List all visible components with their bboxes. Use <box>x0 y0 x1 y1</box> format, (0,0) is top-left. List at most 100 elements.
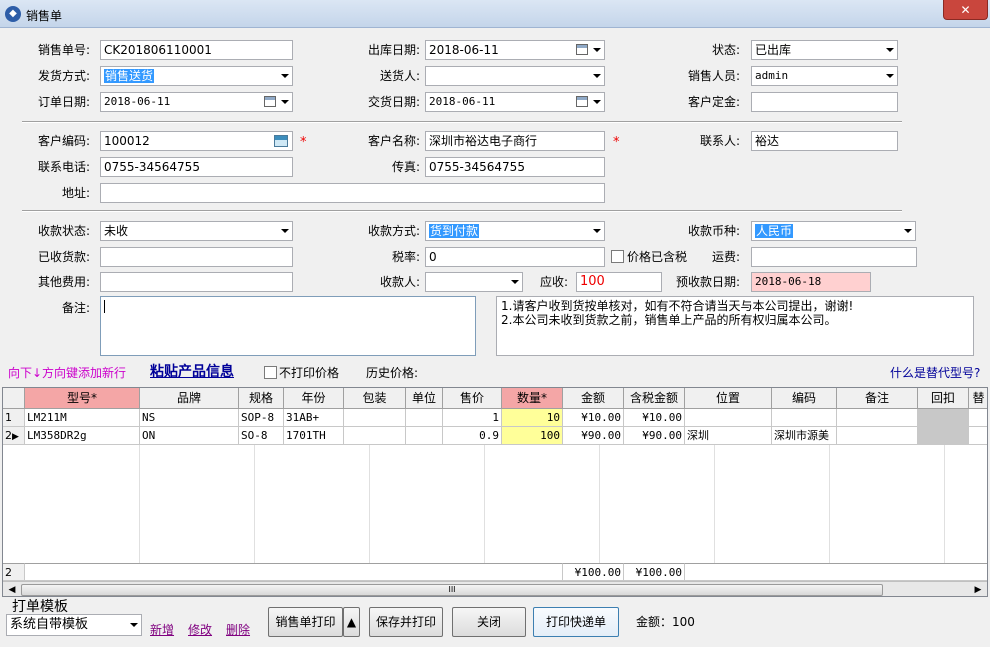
phone-field[interactable]: 0755-34564755 <box>100 157 293 177</box>
cell-model[interactable]: LM358DR2g <box>25 427 140 445</box>
chevron-down-icon[interactable] <box>886 74 894 78</box>
chevron-down-icon[interactable] <box>593 74 601 78</box>
pay-status-select[interactable]: 未收 <box>100 221 293 241</box>
order-date-picker[interactable]: 2018-06-11 <box>100 92 293 112</box>
cell-rebate[interactable] <box>918 409 969 427</box>
calendar-icon[interactable] <box>576 96 588 107</box>
chevron-down-icon[interactable] <box>904 229 912 233</box>
cell-spec[interactable]: SOP-8 <box>239 409 284 427</box>
column-header-amount[interactable]: 金额 <box>563 388 624 409</box>
chevron-down-icon[interactable] <box>281 229 289 233</box>
tax-included-checkbox[interactable] <box>611 250 624 263</box>
chevron-down-icon[interactable] <box>281 74 289 78</box>
contact-field[interactable]: 裕达 <box>751 131 898 151</box>
cell-location[interactable]: 深圳 <box>685 427 772 445</box>
address-field[interactable] <box>100 183 605 203</box>
cell-package[interactable] <box>344 427 406 445</box>
cell-price[interactable]: 1 <box>443 409 502 427</box>
cell-code[interactable] <box>772 409 837 427</box>
column-header-model[interactable]: 型号* <box>25 388 140 409</box>
cell-remark[interactable] <box>837 427 918 445</box>
row-number[interactable]: 2▶ <box>3 427 25 445</box>
column-header-qty[interactable]: 数量* <box>502 388 563 409</box>
close-window-button[interactable]: ✕ <box>943 0 988 20</box>
cell-brand[interactable]: NS <box>140 409 239 427</box>
ship-method-select[interactable]: 销售送货 <box>100 66 293 86</box>
column-header-package[interactable]: 包装 <box>344 388 406 409</box>
column-header-unit[interactable]: 单位 <box>406 388 443 409</box>
print-express-button[interactable]: 打印快递单 <box>533 607 619 637</box>
empty-grid-area[interactable] <box>25 445 987 563</box>
delivery-date-picker[interactable]: 2018-06-11 <box>425 92 605 112</box>
print-sales-order-button[interactable]: 销售单打印 <box>268 607 343 637</box>
column-header-brand[interactable]: 品牌 <box>140 388 239 409</box>
lookup-icon[interactable] <box>274 135 288 147</box>
currency-select[interactable]: 人民币 <box>751 221 916 241</box>
column-header-spec[interactable]: 规格 <box>239 388 284 409</box>
edit-template-link[interactable]: 修改 <box>188 621 212 638</box>
chevron-down-icon[interactable] <box>130 623 138 627</box>
out-date-picker[interactable]: 2018-06-11 <box>425 40 605 60</box>
remark-textarea[interactable] <box>100 296 476 356</box>
product-grid[interactable]: 型号* 品牌 规格 年份 包装 单位 售价 数量* 金额 含税金额 位置 编码 … <box>2 387 988 597</box>
payee-select[interactable] <box>425 272 523 292</box>
calendar-icon[interactable] <box>264 96 276 107</box>
other-fee-field[interactable] <box>100 272 293 292</box>
cell-brand[interactable]: ON <box>140 427 239 445</box>
cell-remark[interactable] <box>837 409 918 427</box>
chevron-down-icon[interactable] <box>886 48 894 52</box>
horizontal-scrollbar[interactable]: ◀ III ▶ <box>3 581 987 596</box>
no-print-price-checkbox[interactable] <box>264 366 277 379</box>
cell-location[interactable] <box>685 409 772 427</box>
alt-model-link[interactable]: 什么是替代型号? <box>890 363 980 383</box>
chevron-down-icon[interactable] <box>593 100 601 104</box>
cell-amount[interactable]: ¥90.00 <box>563 427 624 445</box>
column-header-code[interactable]: 编码 <box>772 388 837 409</box>
cell-amount[interactable]: ¥10.00 <box>563 409 624 427</box>
terms-note[interactable]: 1.请客户收到货按单核对，如有不符合请当天与本公司提出，谢谢! 2.本公司未收到… <box>496 296 974 356</box>
scroll-thumb[interactable]: III <box>21 584 883 596</box>
column-header-year[interactable]: 年份 <box>284 388 344 409</box>
cell-unit[interactable] <box>406 427 443 445</box>
print-options-arrow-icon[interactable]: ▲ <box>343 607 360 637</box>
tax-rate-field[interactable]: 0 <box>425 247 605 267</box>
chevron-down-icon[interactable] <box>511 280 519 284</box>
cell-spec[interactable]: SO-8 <box>239 427 284 445</box>
received-field[interactable] <box>100 247 293 267</box>
cell-qty[interactable]: 10 <box>502 409 563 427</box>
cell-alt[interactable] <box>969 427 987 445</box>
cell-rebate[interactable] <box>918 427 969 445</box>
chevron-down-icon[interactable] <box>593 48 601 52</box>
status-select[interactable]: 已出库 <box>751 40 898 60</box>
deliverer-select[interactable] <box>425 66 605 86</box>
cell-model[interactable]: LM211M <box>25 409 140 427</box>
fax-field[interactable]: 0755-34564755 <box>425 157 605 177</box>
cell-year[interactable]: 31AB+ <box>284 409 344 427</box>
cell-price[interactable]: 0.9 <box>443 427 502 445</box>
new-template-link[interactable]: 新增 <box>150 621 174 638</box>
cell-qty[interactable]: 100 <box>502 427 563 445</box>
deposit-field[interactable] <box>751 92 898 112</box>
scroll-left-icon[interactable]: ◀ <box>5 584 19 596</box>
customer-name-field[interactable]: 深圳市裕达电子商行 <box>425 131 605 151</box>
customer-code-field[interactable]: 100012 <box>100 131 293 151</box>
pay-method-select[interactable]: 货到付款 <box>425 221 605 241</box>
salesman-select[interactable]: admin <box>751 66 898 86</box>
order-no-field[interactable]: CK201806110001 <box>100 40 293 60</box>
column-header-tax-amount[interactable]: 含税金额 <box>624 388 685 409</box>
cell-code[interactable]: 深圳市源美 <box>772 427 837 445</box>
cell-alt[interactable] <box>969 409 987 427</box>
column-header-remark[interactable]: 备注 <box>837 388 918 409</box>
delete-template-link[interactable]: 删除 <box>226 621 250 638</box>
save-and-print-button[interactable]: 保存并打印 <box>369 607 443 637</box>
column-header-location[interactable]: 位置 <box>685 388 772 409</box>
scroll-right-icon[interactable]: ▶ <box>971 584 985 596</box>
row-number[interactable]: 1 <box>3 409 25 427</box>
column-header-alt[interactable]: 替 <box>969 388 987 409</box>
template-select[interactable]: 系统自带模板 <box>6 614 142 636</box>
cell-tax-amount[interactable]: ¥10.00 <box>624 409 685 427</box>
expected-date-field[interactable]: 2018-06-18 <box>751 272 871 292</box>
freight-field[interactable] <box>751 247 917 267</box>
chevron-down-icon[interactable] <box>281 100 289 104</box>
cell-year[interactable]: 1701TH <box>284 427 344 445</box>
